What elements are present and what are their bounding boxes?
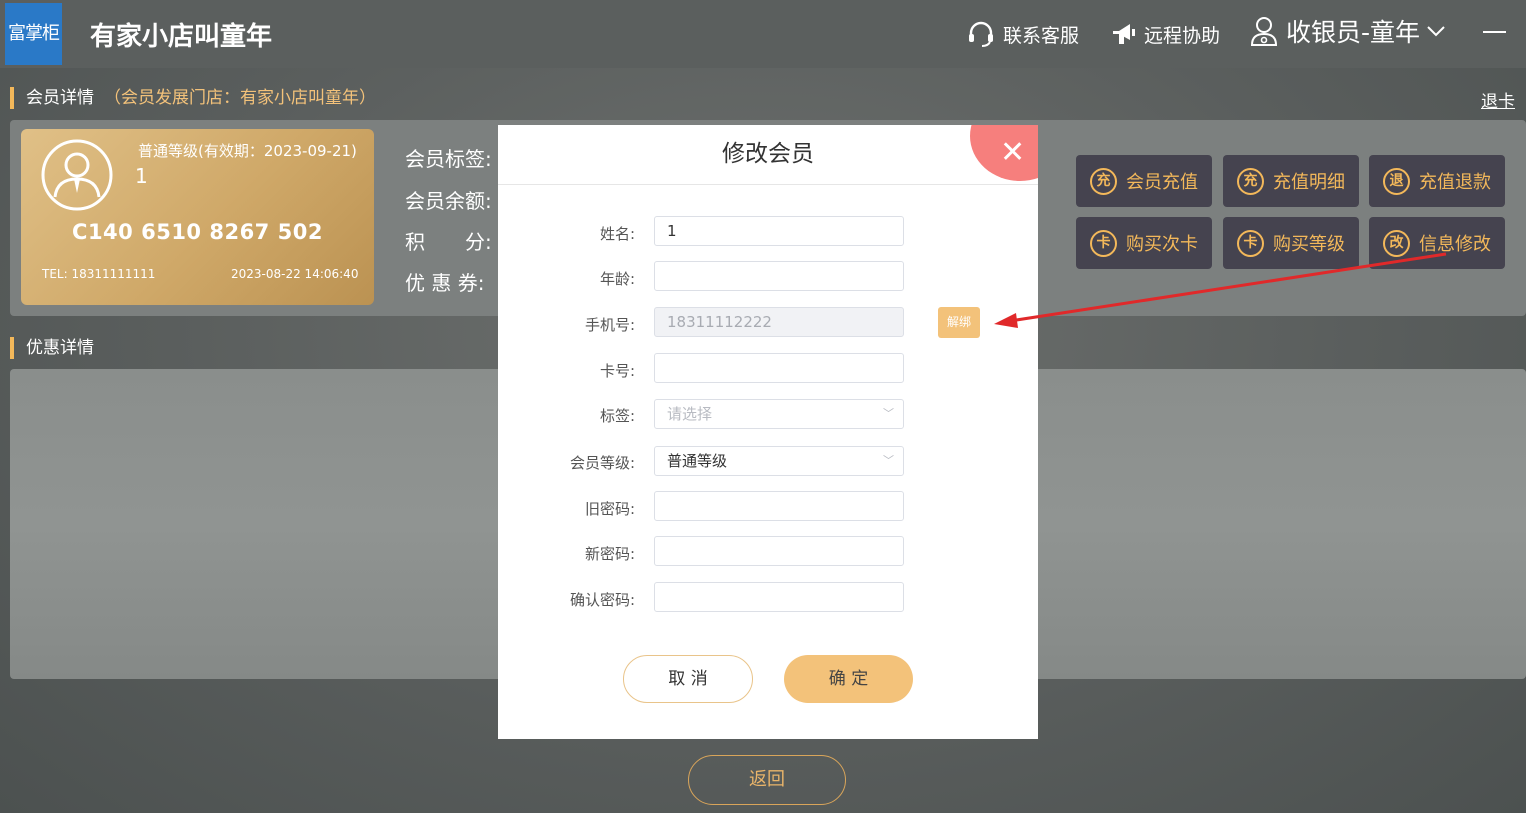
megaphone-icon [1113, 24, 1135, 44]
confirm-password-label: 确认密码: [569, 591, 635, 609]
card-number-label: 卡号: [599, 362, 635, 380]
recharge-refund-label: 充值退款 [1419, 172, 1491, 193]
app-logo: 富掌柜 [5, 3, 62, 65]
shop-name: 有家小店叫童年 [90, 22, 273, 52]
member-card: 普通等级(有效期：2023-09-21) 1 C140 6510 8267 50… [21, 129, 374, 305]
exit-card-link[interactable]: 退卡 [1481, 87, 1515, 112]
chevron-down-icon [1427, 26, 1445, 37]
tag-label: 标签: [599, 407, 635, 425]
cancel-button[interactable]: 取 消 [623, 655, 753, 703]
buy-times-card-button[interactable]: 卡 购买次卡 [1076, 217, 1212, 269]
confirm-button[interactable]: 确 定 [784, 655, 913, 703]
refund-icon: 退 [1383, 167, 1410, 195]
tag-placeholder: 请选择 [667, 405, 713, 423]
remote-assist-button[interactable]: 远程协助 [1110, 20, 1220, 48]
member-tag-label: 会员标签: [405, 147, 492, 171]
age-input[interactable] [654, 261, 904, 291]
old-password-label: 旧密码: [584, 500, 635, 518]
card-number-input[interactable] [654, 353, 904, 383]
card-icon: 卡 [1090, 229, 1117, 257]
dialog-title: 修改会员 [498, 125, 1038, 185]
name-input[interactable] [654, 216, 904, 246]
member-recharge-label: 会员充值 [1126, 172, 1198, 193]
discount-section-title: 优惠详情 [10, 337, 94, 359]
card-number: C140 6510 8267 502 [72, 220, 323, 244]
member-section-label: 会员详情 [26, 88, 94, 108]
member-name: 1 [135, 164, 148, 188]
member-recharge-button[interactable]: 充 会员充值 [1076, 155, 1212, 207]
new-password-label: 新密码: [584, 545, 635, 563]
close-icon: ✕ [1000, 135, 1026, 170]
card-time: 2023-08-22 14:06:40 [231, 267, 359, 281]
old-password-input[interactable] [654, 491, 904, 521]
recharge-icon: 充 [1090, 167, 1117, 195]
tag-select[interactable]: 请选择 ﹀ [654, 399, 904, 429]
phone-label: 手机号: [584, 316, 635, 334]
member-coupon-label: 优 惠 券: [405, 271, 485, 295]
remote-assist-label: 远程协助 [1144, 24, 1221, 47]
member-section-title: 会员详情 （会员发展门店：有家小店叫童年） [10, 87, 376, 109]
unbind-button[interactable]: 解绑 [938, 307, 980, 338]
recharge-detail-label: 充值明细 [1273, 172, 1345, 193]
edit-member-dialog: 修改会员 ✕ 姓名: 年龄: 手机号: 解绑 卡号: 标签: 请选择 ﹀ 会员等… [498, 125, 1038, 739]
chevron-down-icon: ﹀ [883, 454, 894, 467]
recharge-refund-button[interactable]: 退 充值退款 [1369, 155, 1505, 207]
user-icon [1250, 17, 1278, 46]
top-bar: 富掌柜 有家小店叫童年 联系客服 远程协助 收银员-童年 [0, 0, 1526, 68]
minimize-icon[interactable] [1483, 31, 1506, 33]
phone-input [654, 307, 904, 337]
member-level-label: 会员等级: [569, 454, 635, 472]
buy-level-label: 购买等级 [1273, 234, 1345, 255]
new-password-input[interactable] [654, 536, 904, 566]
buy-level-button[interactable]: 卡 购买等级 [1223, 217, 1359, 269]
headset-icon [969, 21, 993, 47]
avatar-icon [41, 139, 113, 211]
edit-icon: 改 [1383, 229, 1410, 257]
cashier-label: 收银员-童年 [1286, 18, 1421, 47]
buy-times-card-label: 购买次卡 [1126, 234, 1198, 255]
member-level-value: 普通等级 [667, 452, 728, 470]
name-label: 姓名: [599, 225, 635, 243]
member-level: 普通等级(有效期：2023-09-21) [138, 142, 357, 160]
discount-section-label: 优惠详情 [26, 338, 94, 358]
back-button[interactable]: 返回 [688, 755, 846, 805]
member-balance-label: 会员余额: [405, 189, 492, 213]
support-label: 联系客服 [1003, 24, 1080, 47]
edit-info-button[interactable]: 改 信息修改 [1369, 217, 1505, 269]
edit-info-label: 信息修改 [1419, 234, 1491, 255]
confirm-password-input[interactable] [654, 582, 904, 612]
member-store-note: （会员发展门店：有家小店叫童年） [104, 88, 376, 108]
member-points-label: 积 分: [405, 230, 492, 254]
member-level-select[interactable]: 普通等级 ﹀ [654, 446, 904, 476]
card-icon: 卡 [1237, 229, 1264, 257]
support-button[interactable]: 联系客服 [967, 20, 1079, 48]
chevron-down-icon: ﹀ [883, 407, 894, 420]
recharge-detail-button[interactable]: 充 充值明细 [1223, 155, 1359, 207]
age-label: 年龄: [599, 270, 635, 288]
cashier-menu[interactable]: 收银员-童年 [1250, 17, 1454, 47]
recharge-icon: 充 [1237, 167, 1264, 195]
member-tel: TEL: 18311111111 [42, 267, 156, 281]
